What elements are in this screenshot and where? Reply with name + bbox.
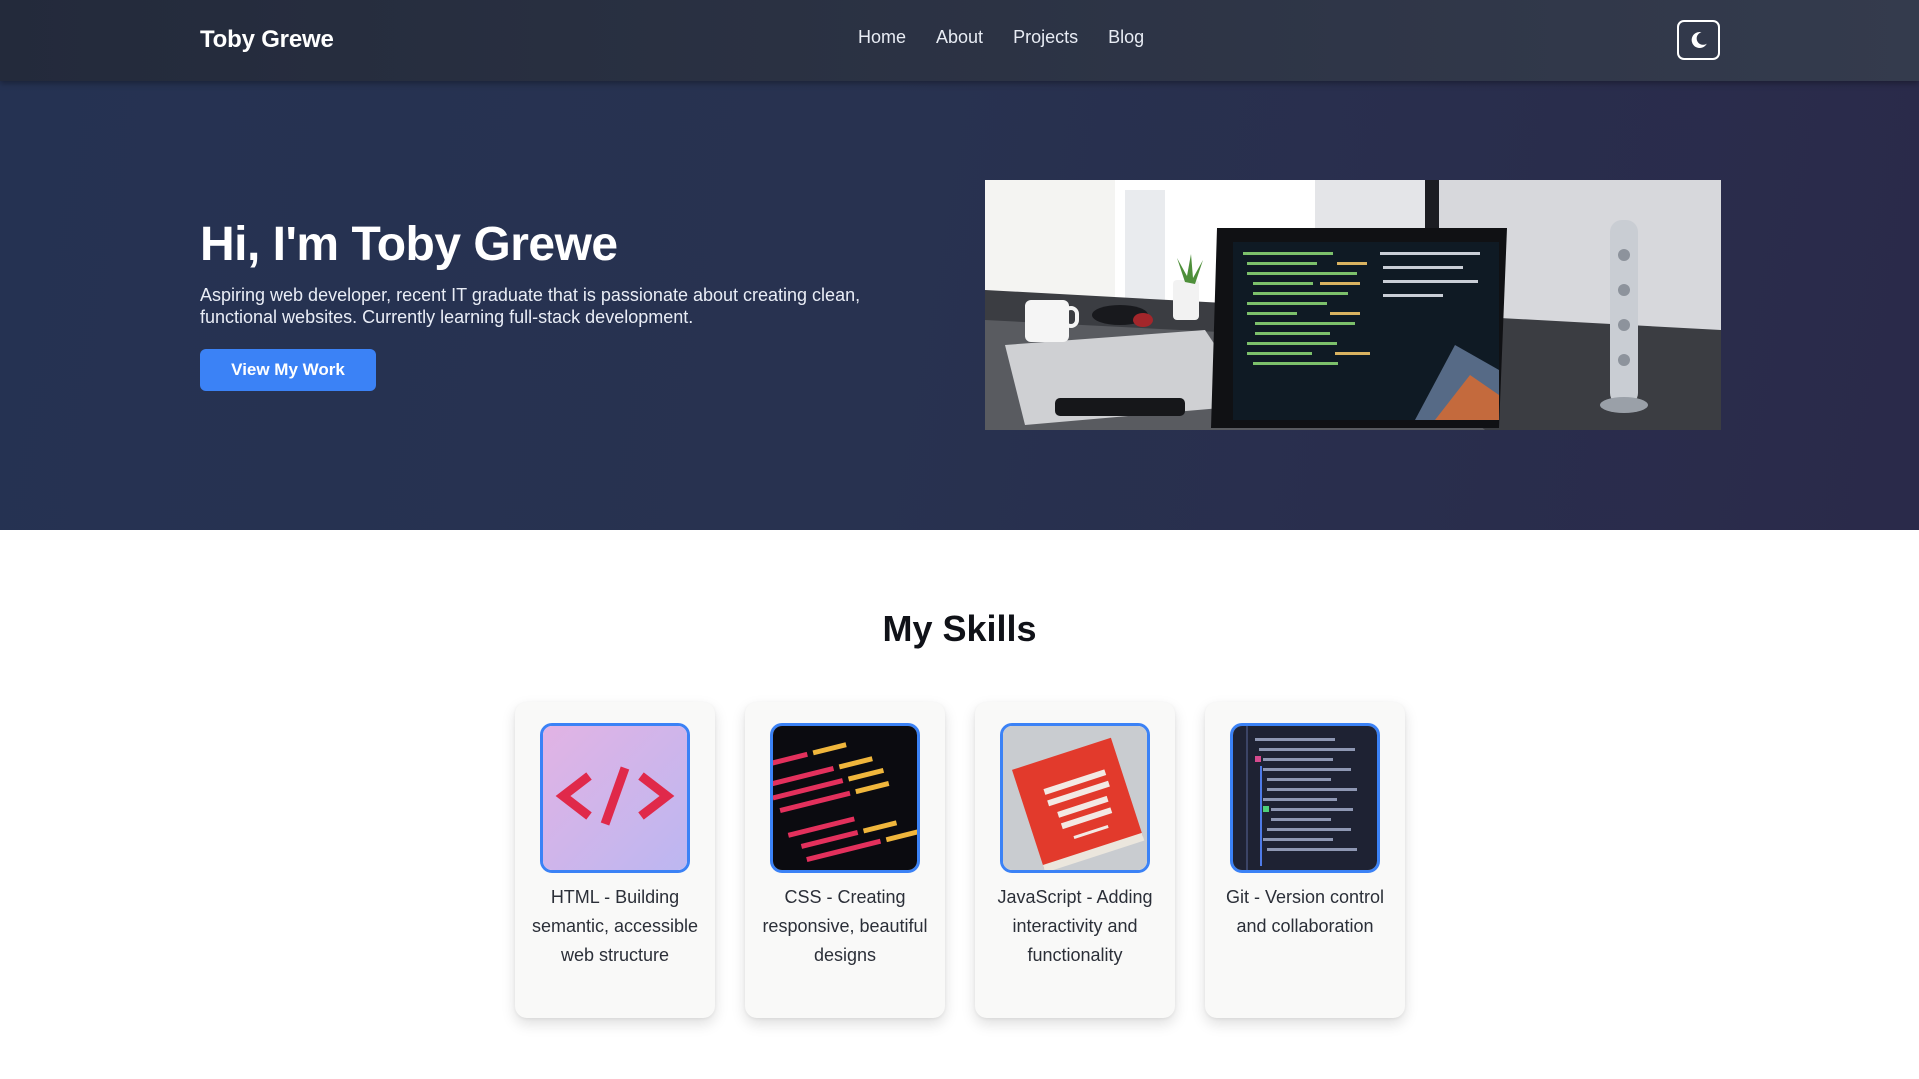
skill-text-git: Git - Version control and collaboration: [1225, 887, 1385, 936]
view-my-work-button[interactable]: View My Work: [200, 349, 376, 391]
top-navbar: Toby Grewe Home About Projects Blog: [0, 0, 1919, 81]
nav-links: Home About Projects Blog: [858, 27, 1144, 48]
nav-link-home[interactable]: Home: [858, 27, 906, 48]
git-code-icon: [1230, 723, 1380, 873]
hero-subtitle: Aspiring web developer, recent IT gradua…: [200, 285, 861, 327]
brand-logo[interactable]: Toby Grewe: [200, 26, 334, 54]
skill-text-html: HTML - Building semantic, accessible web…: [531, 887, 699, 965]
css-code-icon: [770, 723, 920, 873]
skill-card-html: HTML - Building semantic, accessible web…: [515, 702, 715, 1018]
hero-title: Hi, I'm Toby Grewe: [200, 218, 618, 271]
nav-link-blog[interactable]: Blog: [1108, 27, 1144, 48]
javascript-book-icon: [1000, 723, 1150, 873]
skill-card-git: Git - Version control and collaboration: [1205, 702, 1405, 1018]
moon-icon: [1691, 31, 1707, 48]
skill-text-javascript: JavaScript - Adding interactivity and fu…: [997, 887, 1153, 965]
nav-link-projects[interactable]: Projects: [1013, 27, 1078, 48]
theme-toggle-button[interactable]: [1677, 20, 1720, 60]
nav-link-about[interactable]: About: [936, 27, 983, 48]
hero-laptop-image: [985, 180, 1721, 430]
hero-section: Hi, I'm Toby Grewe Aspiring web develope…: [0, 81, 1919, 530]
html-tag-icon: [540, 723, 690, 873]
skill-card-css: CSS - Creating responsive, beautiful des…: [745, 702, 945, 1018]
skill-card-javascript: JavaScript - Adding interactivity and fu…: [975, 702, 1175, 1018]
skill-text-css: CSS - Creating responsive, beautiful des…: [762, 887, 928, 965]
skills-title: My Skills: [882, 608, 1037, 649]
